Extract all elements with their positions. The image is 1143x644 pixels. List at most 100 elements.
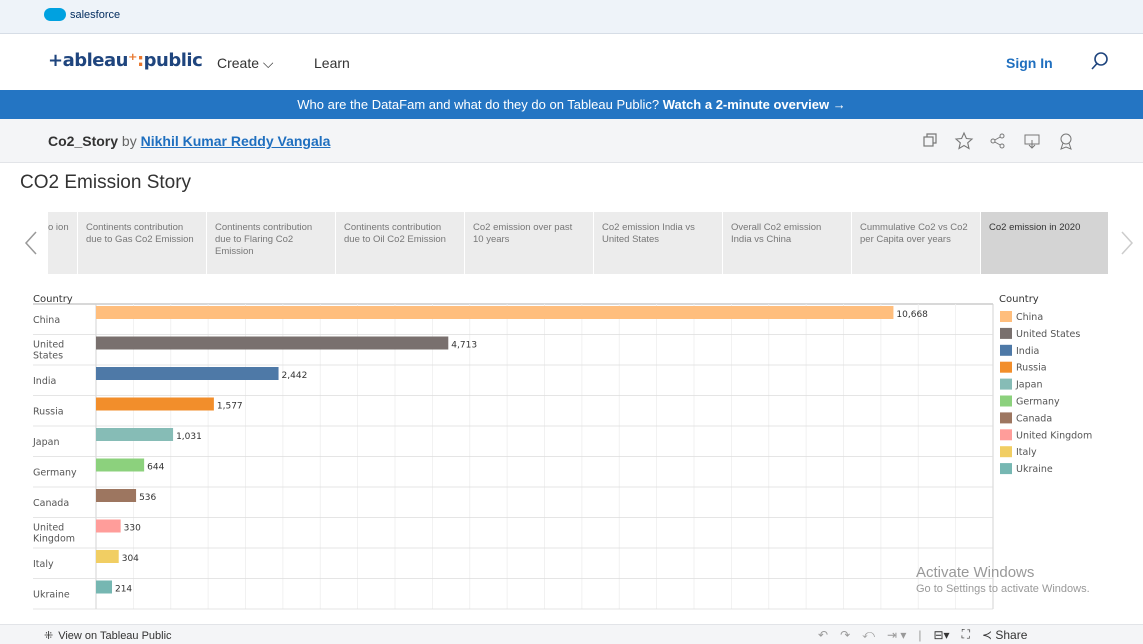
sign-in-button[interactable]: Sign In	[1006, 55, 1053, 71]
redo-icon[interactable]: ↷	[840, 628, 850, 642]
viz-by: by	[121, 133, 137, 149]
bar	[96, 458, 145, 472]
category-label: Canada	[33, 498, 69, 509]
salesforce-label: salesforce	[70, 8, 121, 21]
legend-label: Germany	[1016, 397, 1060, 408]
bar	[96, 397, 214, 411]
logo-dots-icon: ⁺:	[127, 50, 144, 71]
salesforce-bar: salesforce	[0, 0, 1143, 34]
banner-link[interactable]: Watch a 2-minute overview →	[663, 97, 846, 112]
share-button[interactable]: ≺ Share	[982, 628, 1027, 642]
viz-name: Co2_Story	[48, 133, 119, 149]
legend-swatch	[1000, 378, 1012, 390]
data-label: 304	[122, 554, 139, 564]
legend-swatch	[1000, 344, 1012, 356]
story-point[interactable]: o ion	[48, 212, 78, 274]
legend-swatch	[1000, 395, 1012, 407]
viz-actions	[920, 131, 1076, 151]
share-icon[interactable]	[988, 131, 1008, 151]
story-point[interactable]: Cummulative Co2 vs Co2 per Capita over y…	[852, 212, 981, 274]
category-label: India	[33, 376, 56, 387]
tableau-plus-icon: ⁜	[44, 630, 54, 642]
data-label: 2,442	[282, 371, 308, 381]
legend-label: Canada	[1016, 413, 1052, 424]
category-label: Japan	[32, 437, 60, 448]
favorite-star-icon[interactable]	[954, 131, 974, 151]
data-label: 4,713	[451, 341, 477, 351]
category-label: Ukraine	[33, 590, 70, 601]
legend-label: China	[1016, 312, 1043, 323]
viz-titlebar: Co2_Story by Nikhil Kumar Reddy Vangala	[0, 119, 1143, 163]
viz-of-the-day-badge-icon[interactable]	[1056, 131, 1076, 151]
bar	[96, 519, 121, 533]
legend-swatch	[1000, 412, 1012, 424]
story-point[interactable]: Continents contribution due to Oil Co2 E…	[336, 212, 465, 274]
watermark-line1: Activate Windows	[916, 564, 1035, 581]
undo-icon[interactable]: ↶	[818, 628, 828, 642]
learn-link[interactable]: Learn	[314, 55, 350, 71]
bar	[96, 428, 174, 441]
bar	[96, 336, 449, 350]
share-label: Share	[995, 627, 1028, 642]
legend-swatch	[1000, 311, 1012, 322]
pause-icon[interactable]: ⇥ ▾	[887, 628, 906, 642]
story-point[interactable]: Continents contribution due to Gas Co2 E…	[78, 212, 207, 274]
download-icon[interactable]	[1022, 131, 1042, 151]
viz-title: Co2_Story by Nikhil Kumar Reddy Vangala	[48, 133, 330, 149]
story-point[interactable]: Continents contribution due to Flaring C…	[207, 212, 336, 274]
story-next-arrow-icon[interactable]	[1120, 230, 1134, 256]
search-icon[interactable]	[1090, 51, 1110, 71]
category-label: Germany	[33, 468, 77, 479]
story-point[interactable]: Co2 emission over past 10 years	[465, 212, 594, 274]
story-point[interactable]: Co2 emission India vs United States	[594, 212, 723, 274]
separator: |	[918, 627, 922, 642]
bar	[96, 306, 894, 319]
download-menu-icon[interactable]: ⊟▾	[934, 628, 950, 642]
category-label: United	[33, 340, 64, 351]
data-label: 214	[115, 585, 132, 595]
story-prev-arrow-icon[interactable]	[24, 230, 38, 256]
create-menu[interactable]: Create ⌵	[217, 55, 274, 72]
viz-footer: ⁜ View on Tableau Public ↶ ↷ ⤺ ⇥ ▾ | ⊟▾ …	[0, 624, 1143, 644]
data-label: 10,668	[896, 310, 928, 320]
legend-label: Italy	[1016, 447, 1037, 458]
salesforce-cloud-icon	[44, 8, 66, 21]
promo-banner[interactable]: Who are the DataFam and what do they do …	[0, 90, 1143, 119]
category-label: China	[33, 315, 60, 326]
revert-icon[interactable]: ⤺	[862, 627, 875, 642]
story-point[interactable]: Overall Co2 emission India vs China	[723, 212, 852, 274]
legend-label: Russia	[1016, 363, 1047, 374]
legend-label: Ukraine	[1016, 464, 1053, 475]
footer-toolbar: ↶ ↷ ⤺ ⇥ ▾ | ⊟▾ ⛶ ≺ Share	[818, 627, 1027, 642]
watermark-line2: Go to Settings to activate Windows.	[916, 583, 1090, 595]
category-label: States	[33, 351, 63, 362]
legend-swatch	[1000, 327, 1012, 339]
story-title: CO2 Emission Story	[20, 172, 192, 193]
tableau-public-logo[interactable]: +ableau⁺:public	[48, 50, 203, 71]
legend-swatch	[1000, 463, 1012, 475]
category-label: Kingdom	[33, 534, 75, 545]
legend-label: United Kingdom	[1016, 430, 1092, 441]
category-label: Italy	[33, 559, 54, 570]
salesforce-logo[interactable]: salesforce	[44, 8, 120, 21]
bar	[96, 489, 137, 502]
data-label: 1,577	[217, 402, 243, 412]
copy-icon[interactable]	[920, 131, 940, 151]
data-label: 536	[139, 493, 156, 503]
top-nav: +ableau⁺:public Create ⌵ Learn Sign In	[0, 35, 1143, 90]
story-point-active[interactable]: Co2 emission in 2020	[981, 212, 1109, 274]
logo-text-a: +ableau	[48, 50, 128, 71]
data-label: 1,031	[176, 432, 202, 442]
category-label: United	[33, 523, 64, 534]
data-label: 644	[147, 463, 164, 473]
legend-swatch	[1000, 429, 1012, 441]
banner-text: Who are the DataFam and what do they do …	[297, 97, 660, 112]
legend-label: United States	[1016, 329, 1080, 340]
author-link[interactable]: Nikhil Kumar Reddy Vangala	[141, 133, 331, 149]
view-on-tableau-public-link[interactable]: ⁜ View on Tableau Public	[44, 629, 172, 643]
data-label: 330	[124, 524, 141, 534]
logo-text-b: public	[143, 50, 203, 71]
legend-label: Japan	[1015, 380, 1043, 391]
category-label: Russia	[33, 407, 64, 418]
fullscreen-icon[interactable]: ⛶	[962, 627, 970, 642]
